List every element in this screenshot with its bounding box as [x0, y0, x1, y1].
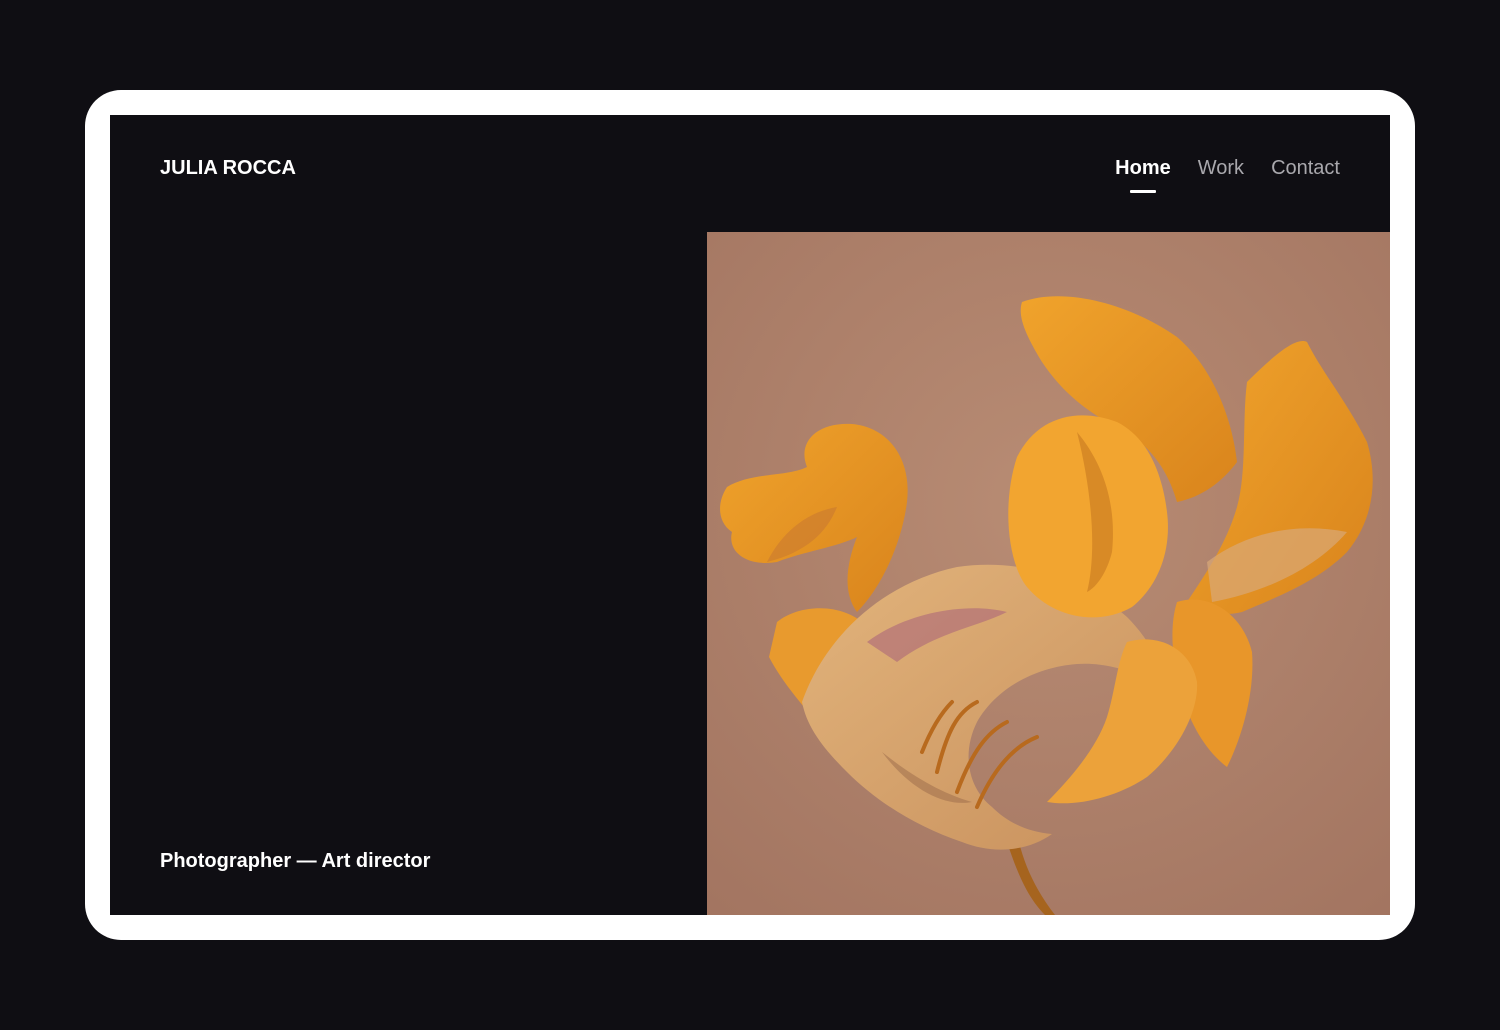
device-frame: JULIA ROCCA Home Work Contact Photograph… [85, 90, 1415, 940]
nav-work[interactable]: Work [1198, 156, 1244, 180]
hero-flower-image [707, 232, 1390, 915]
main-nav: Home Work Contact [1115, 156, 1340, 193]
hero-tagline: Photographer — Art director [160, 850, 431, 872]
nav-contact[interactable]: Contact [1271, 156, 1340, 180]
site-logo[interactable]: JULIA ROCCA [160, 156, 296, 180]
nav-home-label: Home [1115, 157, 1171, 179]
flower-illustration [707, 232, 1390, 915]
active-nav-indicator [1129, 190, 1156, 193]
nav-home[interactable]: Home [1115, 156, 1171, 193]
nav-contact-label: Contact [1271, 157, 1340, 179]
nav-work-label: Work [1197, 157, 1245, 179]
site-screen: JULIA ROCCA Home Work Contact Photograph… [110, 115, 1390, 915]
